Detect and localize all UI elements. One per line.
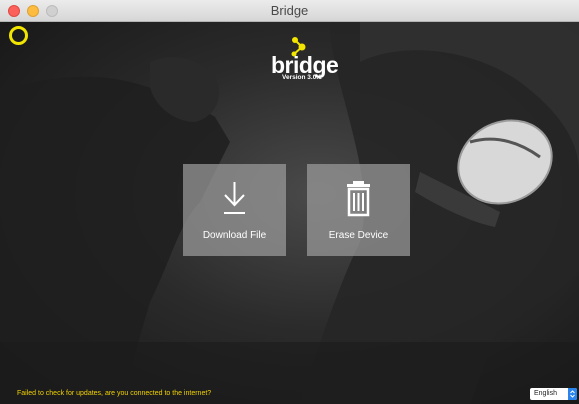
app-version: Version 3.0.1	[282, 74, 322, 81]
title-bar[interactable]: Bridge	[0, 0, 579, 22]
download-file-label: Download File	[202, 230, 267, 241]
erase-device-button[interactable]: Erase Device	[307, 164, 410, 256]
app-window: Bridge bridge Version 3.0.1 Download Fil…	[0, 0, 579, 404]
download-icon	[224, 182, 245, 214]
erase-device-label: Erase Device	[328, 230, 389, 241]
language-selected-value: English	[534, 390, 557, 397]
status-indicator-icon	[9, 26, 28, 45]
update-status-message: Failed to check for updates, are you con…	[17, 390, 212, 397]
language-select[interactable]: English	[530, 388, 577, 400]
select-arrows-icon[interactable]	[568, 388, 577, 400]
trash-icon	[347, 181, 370, 217]
download-file-button[interactable]: Download File	[183, 164, 286, 256]
window-title: Bridge	[270, 3, 309, 18]
main-content: bridge Version 3.0.1 Download File Erase…	[0, 22, 579, 404]
